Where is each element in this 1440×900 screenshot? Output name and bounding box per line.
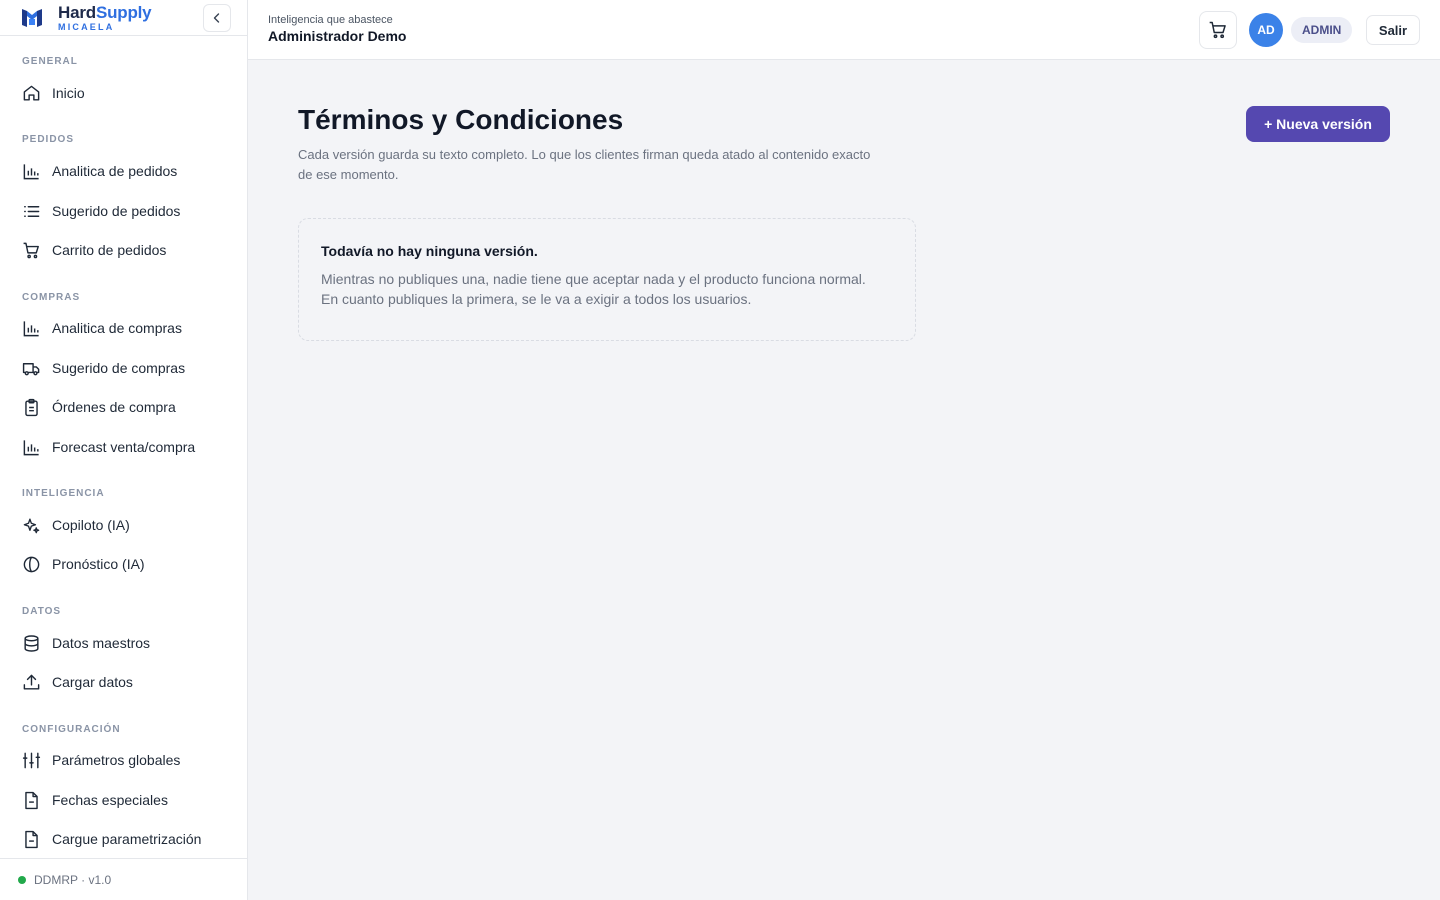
sidebar-item-label: Sugerido de compras — [52, 360, 186, 376]
sidebar-item-analitica-compras[interactable]: Analitica de compras — [22, 313, 237, 343]
sidebar-item-datos-maestros[interactable]: Datos maestros — [22, 628, 237, 658]
logout-button[interactable]: Salir — [1366, 15, 1420, 45]
sidebar-item-forecast[interactable]: Forecast venta/compra — [22, 432, 237, 462]
bar-chart-icon — [23, 163, 39, 179]
sidebar-item-inicio[interactable]: Inicio — [22, 78, 237, 108]
sparkles-icon — [23, 517, 40, 533]
sidebar-item-label: Datos maestros — [52, 635, 151, 651]
truck-icon — [22, 362, 40, 375]
sidebar: HardSupply MICAELA GENERAL Inicio PEDIDO… — [0, 0, 248, 900]
sidebar-item-label: Pronóstico (IA) — [52, 556, 145, 572]
sidebar-item-ordenes-compra[interactable]: Órdenes de compra — [22, 392, 237, 422]
cart-icon — [23, 242, 39, 258]
chevron-left-icon — [213, 13, 220, 23]
empty-state-card: Todavía no hay ninguna versión. Mientras… — [298, 218, 916, 341]
sidebar-item-label: Forecast venta/compra — [52, 439, 196, 455]
sidebar-item-cargar-datos[interactable]: Cargar datos — [22, 667, 237, 697]
brand: HardSupply MICAELA — [0, 0, 247, 36]
brand-name: HardSupply — [58, 3, 152, 23]
sidebar-item-fechas-especiales[interactable]: Fechas especiales — [22, 785, 237, 815]
section-label-general: GENERAL — [22, 56, 78, 67]
database-icon — [24, 634, 39, 652]
sidebar-item-parametros-globales[interactable]: Parámetros globales — [22, 745, 237, 775]
sidebar-item-sugerido-compras[interactable]: Sugerido de compras — [22, 353, 237, 383]
sidebar-item-label: Parámetros globales — [52, 752, 181, 768]
home-icon — [23, 85, 40, 101]
cart-button[interactable] — [1199, 11, 1237, 49]
sidebar-item-label: Cargar datos — [52, 674, 133, 690]
brand-name-part2: Supply — [95, 3, 152, 22]
file-icon — [25, 791, 38, 809]
sidebar-item-carrito-pedidos[interactable]: Carrito de pedidos — [22, 235, 237, 265]
sidebar-item-copiloto[interactable]: Copiloto (IA) — [22, 510, 237, 540]
sidebar-item-label: Inicio — [52, 85, 85, 101]
bar-chart-icon — [23, 439, 39, 455]
sidebar-item-analitica-pedidos[interactable]: Analitica de pedidos — [22, 156, 237, 186]
list-icon — [24, 205, 40, 217]
page-title: Términos y Condiciones — [298, 104, 624, 135]
bar-chart-icon — [23, 320, 39, 336]
sidebar-item-label: Analitica de pedidos — [52, 163, 178, 179]
sidebar-item-label: Copiloto (IA) — [52, 517, 130, 533]
sidebar-item-label: Órdenes de compra — [52, 399, 176, 415]
sidebar-footer: DDMRP · v1.0 — [0, 858, 247, 900]
page-description: Cada versión guarda su texto completo. L… — [298, 147, 871, 182]
cart-icon — [1209, 21, 1226, 39]
top-bar: Inteligencia que abastece Administrador … — [248, 0, 1440, 60]
empty-state-title: Todavía no hay ninguna versión. — [321, 243, 538, 259]
section-label-compras: COMPRAS — [22, 292, 81, 303]
header-title: Administrador Demo — [268, 28, 407, 44]
collapse-sidebar-button[interactable] — [203, 4, 231, 32]
role-badge: ADMIN — [1291, 17, 1353, 43]
sliders-icon — [22, 752, 41, 768]
file-icon — [25, 830, 38, 848]
brand-logo-icon — [22, 9, 42, 27]
clipboard-icon — [25, 398, 38, 416]
sidebar-item-label: Cargue parametrización — [52, 831, 202, 847]
section-label-pedidos: PEDIDOS — [22, 134, 75, 145]
section-label-configuracion: CONFIGURACIÓN — [22, 724, 121, 735]
sidebar-item-cargue-parametrizacion[interactable]: Cargue parametrización — [22, 824, 237, 854]
status-dot-icon — [18, 875, 26, 884]
upload-icon — [23, 674, 40, 690]
section-label-datos: DATOS — [22, 606, 62, 617]
new-version-button[interactable]: + Nueva versión — [1246, 106, 1390, 142]
brain-icon — [23, 556, 40, 572]
brand-subtitle: MICAELA — [58, 22, 115, 32]
brand-name-part1: Hard — [58, 3, 96, 22]
sidebar-item-label: Analitica de compras — [52, 320, 182, 336]
avatar[interactable]: AD — [1249, 13, 1283, 47]
empty-state-body: Mientras no publiques una, nadie tiene q… — [321, 271, 866, 307]
version-label: DDMRP · v1.0 — [34, 872, 112, 887]
sidebar-item-label: Fechas especiales — [52, 792, 168, 808]
sidebar-item-label: Carrito de pedidos — [52, 242, 167, 258]
sidebar-item-sugerido-pedidos[interactable]: Sugerido de pedidos — [22, 196, 237, 226]
sidebar-item-pronostico[interactable]: Pronóstico (IA) — [22, 549, 237, 579]
sidebar-item-label: Sugerido de pedidos — [52, 203, 181, 219]
section-label-inteligencia: INTELIGENCIA — [22, 488, 105, 499]
app-tagline: Inteligencia que abastece — [268, 14, 393, 26]
